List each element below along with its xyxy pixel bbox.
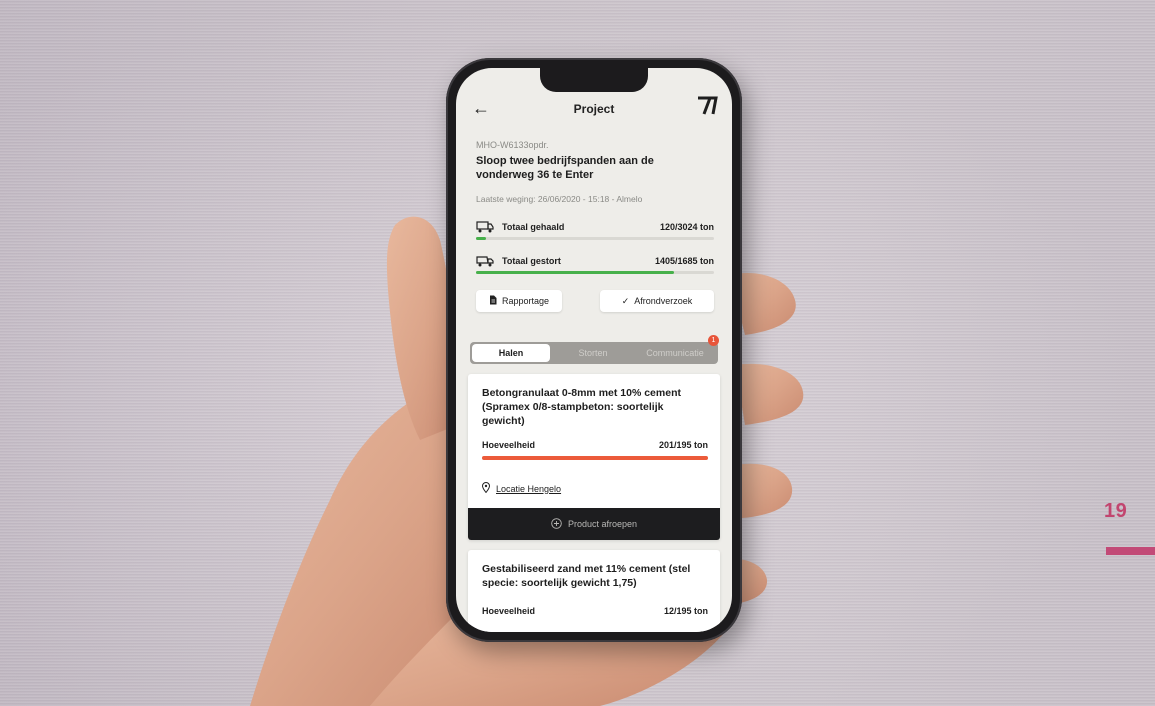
stat-total-dumped: Totaal gestort 1405/1685 ton xyxy=(476,254,714,282)
quantity-progress-fill xyxy=(482,456,708,460)
phone-screen: ← Project MHO-W6133opdr. Sloop twee bedr… xyxy=(456,68,732,632)
location-link[interactable]: Locatie Hengelo xyxy=(481,482,562,495)
brand-logo-icon xyxy=(696,96,718,121)
product-title: Gestabiliseerd zand met 11% cement (stel… xyxy=(482,563,691,589)
complete-button-label: Afrondverzoek xyxy=(634,296,693,306)
tab-communicatie-label: Communicatie xyxy=(646,348,704,358)
location-text: Locatie Hengelo xyxy=(496,483,562,494)
report-button-label: Rapportage xyxy=(501,296,550,306)
quantity-value: 201/195 ton xyxy=(658,440,708,450)
page-title: Project xyxy=(573,102,615,116)
stat-total-collected: Totaal gehaald 120/3024 ton xyxy=(476,220,714,248)
last-weighing: Laatste weging: 26/06/2020 - 15:18 - Alm… xyxy=(476,194,643,204)
page-accent-bar xyxy=(1106,547,1155,555)
stat-value: 1405/1685 ton xyxy=(654,256,714,266)
stat-value: 120/3024 ton xyxy=(659,222,714,232)
project-title: Sloop twee bedrijfspanden aan de vonderw… xyxy=(476,155,654,181)
truck-icon xyxy=(476,220,494,238)
stat-label: Totaal gestort xyxy=(502,256,561,266)
product-card: Betongranulaat 0-8mm met 10% cement (Spr… xyxy=(468,374,720,540)
quantity-label: Hoeveelheid xyxy=(482,440,536,450)
quantity-progress-track xyxy=(482,456,708,460)
report-button[interactable]: Rapportage xyxy=(476,290,562,312)
phone-frame: ← Project MHO-W6133opdr. Sloop twee bedr… xyxy=(446,58,742,642)
checkmark-icon: ✓ xyxy=(621,295,630,306)
product-call-label: Product afroepen xyxy=(567,519,638,529)
product-card: Gestabiliseerd zand met 11% cement (stel… xyxy=(468,550,720,632)
dump-truck-icon xyxy=(476,254,494,272)
app-header: ← Project xyxy=(456,94,732,124)
progress-track xyxy=(476,271,714,274)
project-code: MHO-W6133opdr. xyxy=(476,140,549,150)
document-icon xyxy=(489,295,497,307)
tab-storten[interactable]: Storten xyxy=(554,342,632,364)
quantity-value: 12/195 ton xyxy=(663,606,708,616)
progress-fill xyxy=(476,271,674,274)
location-pin-icon xyxy=(481,482,491,495)
tab-communicatie[interactable]: Communicatie 1 xyxy=(634,335,719,364)
product-call-button[interactable]: Product afroepen xyxy=(468,508,720,540)
notification-badge: 1 xyxy=(708,335,719,346)
product-title: Betongranulaat 0-8mm met 10% cement (Spr… xyxy=(482,387,681,427)
complete-request-button[interactable]: ✓ Afrondverzoek xyxy=(600,290,714,312)
phone-notch xyxy=(540,68,648,92)
tab-halen[interactable]: Halen xyxy=(472,344,550,362)
tab-bar: Halen Storten Communicatie 1 xyxy=(470,335,719,364)
progress-track xyxy=(476,237,714,240)
stat-label: Totaal gehaald xyxy=(502,222,565,232)
plus-circle-icon xyxy=(551,517,562,531)
quantity-label: Hoeveelheid xyxy=(482,606,536,616)
page-number: 19 xyxy=(1104,500,1128,522)
progress-fill xyxy=(476,237,486,240)
